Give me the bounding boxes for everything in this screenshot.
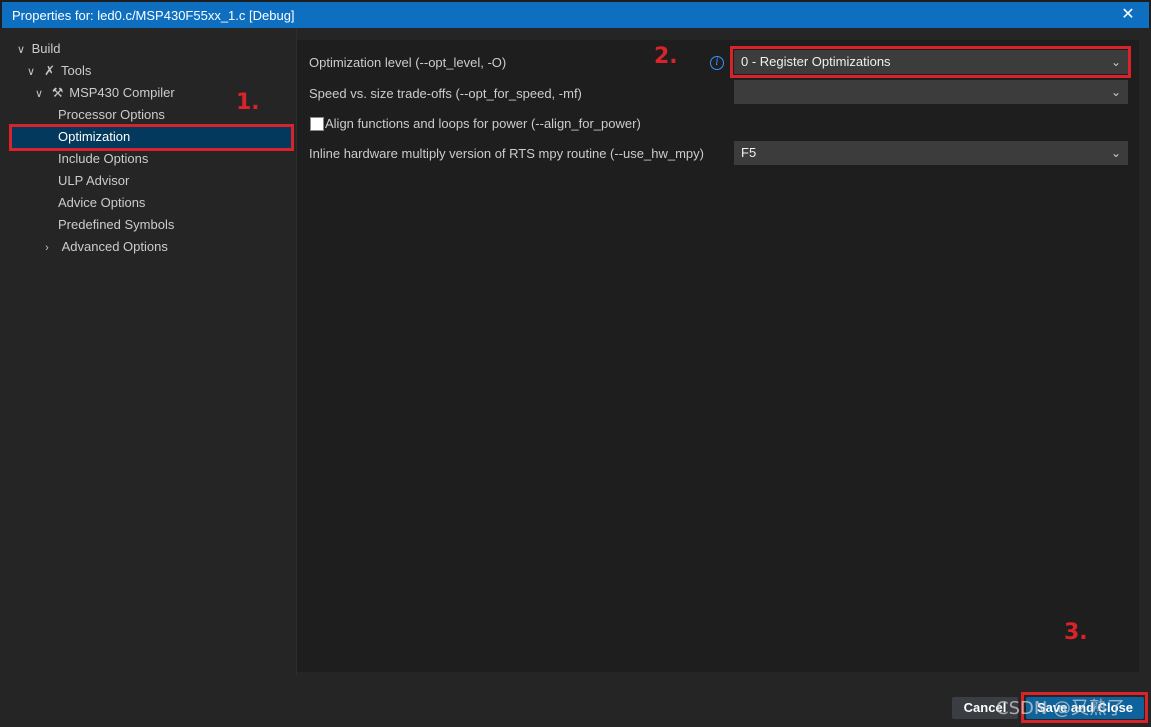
window-title: Properties for: led0.c/MSP430F55xx_1.c [… [12, 8, 295, 23]
tree-item-label: Advanced Options [61, 239, 168, 254]
title-bar-inner: Properties for: led0.c/MSP430F55xx_1.c [… [2, 2, 1149, 28]
annotation-step-2: 2. [654, 44, 678, 69]
hw-mpy-value: F5 [741, 145, 757, 160]
tree-item-advanced-options[interactable]: › Advanced Options [40, 236, 168, 258]
tree-item-label: Build [31, 41, 61, 56]
settings-panel [297, 40, 1139, 672]
tree-item-processor-options[interactable]: Processor Options [58, 104, 165, 126]
opt-level-select[interactable]: 0 - Register Optimizations ⌄ [734, 50, 1128, 74]
annotation-step-1: 1. [236, 90, 260, 115]
tree-item-label: Predefined Symbols [58, 217, 175, 232]
chevron-down-icon[interactable]: ∨ [32, 83, 46, 105]
chevron-right-icon[interactable]: › [40, 237, 54, 259]
align-label: Align functions and loops for power (--a… [325, 116, 641, 131]
tree-item-label: Include Options [58, 151, 149, 166]
tree-item-tools[interactable]: ∨ ✗ Tools [24, 60, 91, 82]
chevron-down-icon: ⌄ [1110, 85, 1121, 99]
speed-label: Speed vs. size trade-offs (--opt_for_spe… [309, 86, 582, 101]
tree-item-optimization[interactable]: Optimization [58, 126, 130, 148]
opt-level-label: Optimization level (--opt_level, -O) [309, 55, 507, 70]
tree-item-label: Advice Options [58, 195, 146, 210]
tree-item-label: Tools [61, 63, 92, 78]
tree-item-label: Processor Options [58, 107, 165, 122]
tree-item-label: MSP430 Compiler [69, 85, 175, 100]
chevron-down-icon[interactable]: ∨ [24, 61, 38, 83]
opt-level-value: 0 - Register Optimizations [741, 54, 891, 69]
selected-row-highlight [12, 126, 292, 148]
hw-mpy-label: Inline hardware multiply version of RTS … [309, 146, 704, 161]
tree-item-include-options[interactable]: Include Options [58, 148, 148, 170]
chevron-down-icon[interactable]: ∨ [14, 39, 28, 61]
tree-item-predefined-symbols[interactable]: Predefined Symbols [58, 214, 174, 236]
chevron-down-icon: ⌄ [1110, 55, 1121, 69]
tree-item-ulp-advisor[interactable]: ULP Advisor [58, 170, 129, 192]
info-icon[interactable]: i [710, 56, 724, 70]
tree-item-label: ULP Advisor [58, 173, 130, 188]
annotation-step-3: 3. [1064, 620, 1088, 645]
watermark: CSDN @又熟了 [996, 698, 1126, 719]
speed-select[interactable]: ⌄ [734, 80, 1128, 104]
title-bar: Properties for: led0.c/MSP430F55xx_1.c [… [0, 0, 1151, 28]
tree-item-msp430-compiler[interactable]: ∨ ⚒ MSP430 Compiler [32, 82, 175, 104]
tree-item-advice-options[interactable]: Advice Options [58, 192, 145, 214]
close-icon[interactable]: ✕ [1117, 4, 1139, 26]
tools-icon: ✗ [44, 63, 56, 78]
chevron-down-icon: ⌄ [1110, 146, 1121, 160]
align-checkbox[interactable] [310, 117, 324, 131]
hw-mpy-select[interactable]: F5 ⌄ [734, 141, 1128, 165]
tree-item-label: Optimization [58, 129, 131, 144]
tree-item-build[interactable]: ∨ Build [14, 38, 61, 60]
wrench-icon: ⚒ [51, 85, 64, 100]
